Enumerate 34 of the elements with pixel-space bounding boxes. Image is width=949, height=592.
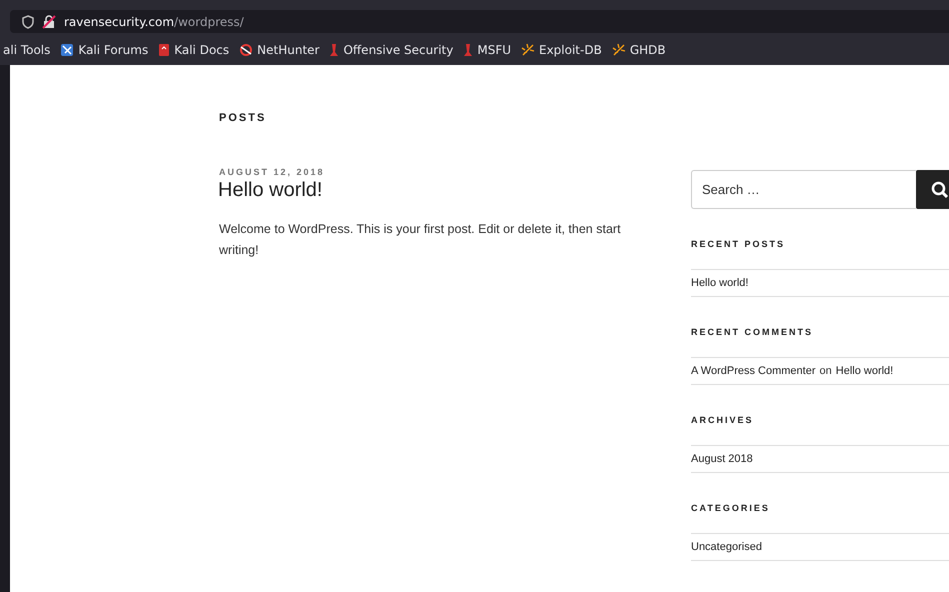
comment-joiner: on bbox=[820, 365, 832, 377]
sidebar-link[interactable]: August 2018 bbox=[691, 453, 753, 465]
bookmark-link[interactable]: GHDB bbox=[612, 43, 666, 57]
post-title[interactable]: Hello world! bbox=[218, 179, 691, 202]
widget-title: CATEGORIES bbox=[691, 503, 771, 513]
bookmark-link[interactable]: Offensive Security bbox=[329, 43, 454, 57]
bookmark-link[interactable]: Exploit-DB bbox=[521, 43, 602, 57]
search-button[interactable] bbox=[916, 170, 949, 209]
widget-title: ARCHIVES bbox=[691, 415, 755, 425]
page-heading: POSTS bbox=[219, 112, 268, 124]
insecure-lock-icon bbox=[42, 14, 56, 28]
widget-title: RECENT POSTS bbox=[691, 239, 786, 249]
bookmark-icon bbox=[463, 43, 474, 57]
sidebar-link[interactable]: Hello world! bbox=[691, 277, 748, 289]
sidebar-link[interactable]: Uncategorised bbox=[691, 541, 762, 553]
bookmark-icon bbox=[60, 43, 74, 57]
bookmark-link[interactable]: ali Tools bbox=[3, 43, 50, 57]
bookmark-link[interactable]: MSFU bbox=[463, 43, 511, 57]
bookmark-link[interactable]: Kali Forums bbox=[60, 43, 148, 57]
widget-title: RECENT COMMENTS bbox=[691, 327, 814, 337]
comment-author-link[interactable]: A WordPress Commenter bbox=[691, 365, 816, 377]
post-body: Welcome to WordPress. This is your first post. Edit or delete it, then start writing! bbox=[219, 221, 622, 259]
bookmark-link[interactable]: Kali Docs bbox=[158, 43, 230, 57]
search-icon bbox=[930, 180, 948, 198]
search-field[interactable]: Search … bbox=[691, 170, 916, 209]
shield-icon bbox=[22, 14, 34, 28]
bookmark-icon bbox=[329, 43, 340, 57]
comment-post-link[interactable]: Hello world! bbox=[836, 365, 894, 377]
book-icon bbox=[158, 43, 170, 57]
bookmark-link[interactable]: NetHunter bbox=[239, 43, 320, 57]
bookmark-icon bbox=[239, 43, 254, 57]
url-text[interactable]: ravensecurity.com/wordpress/ bbox=[64, 14, 244, 28]
post-date[interactable]: AUGUST 12, 2018 bbox=[219, 167, 691, 177]
address-bar[interactable]: ravensecurity.com/wordpress/ bbox=[10, 10, 949, 33]
